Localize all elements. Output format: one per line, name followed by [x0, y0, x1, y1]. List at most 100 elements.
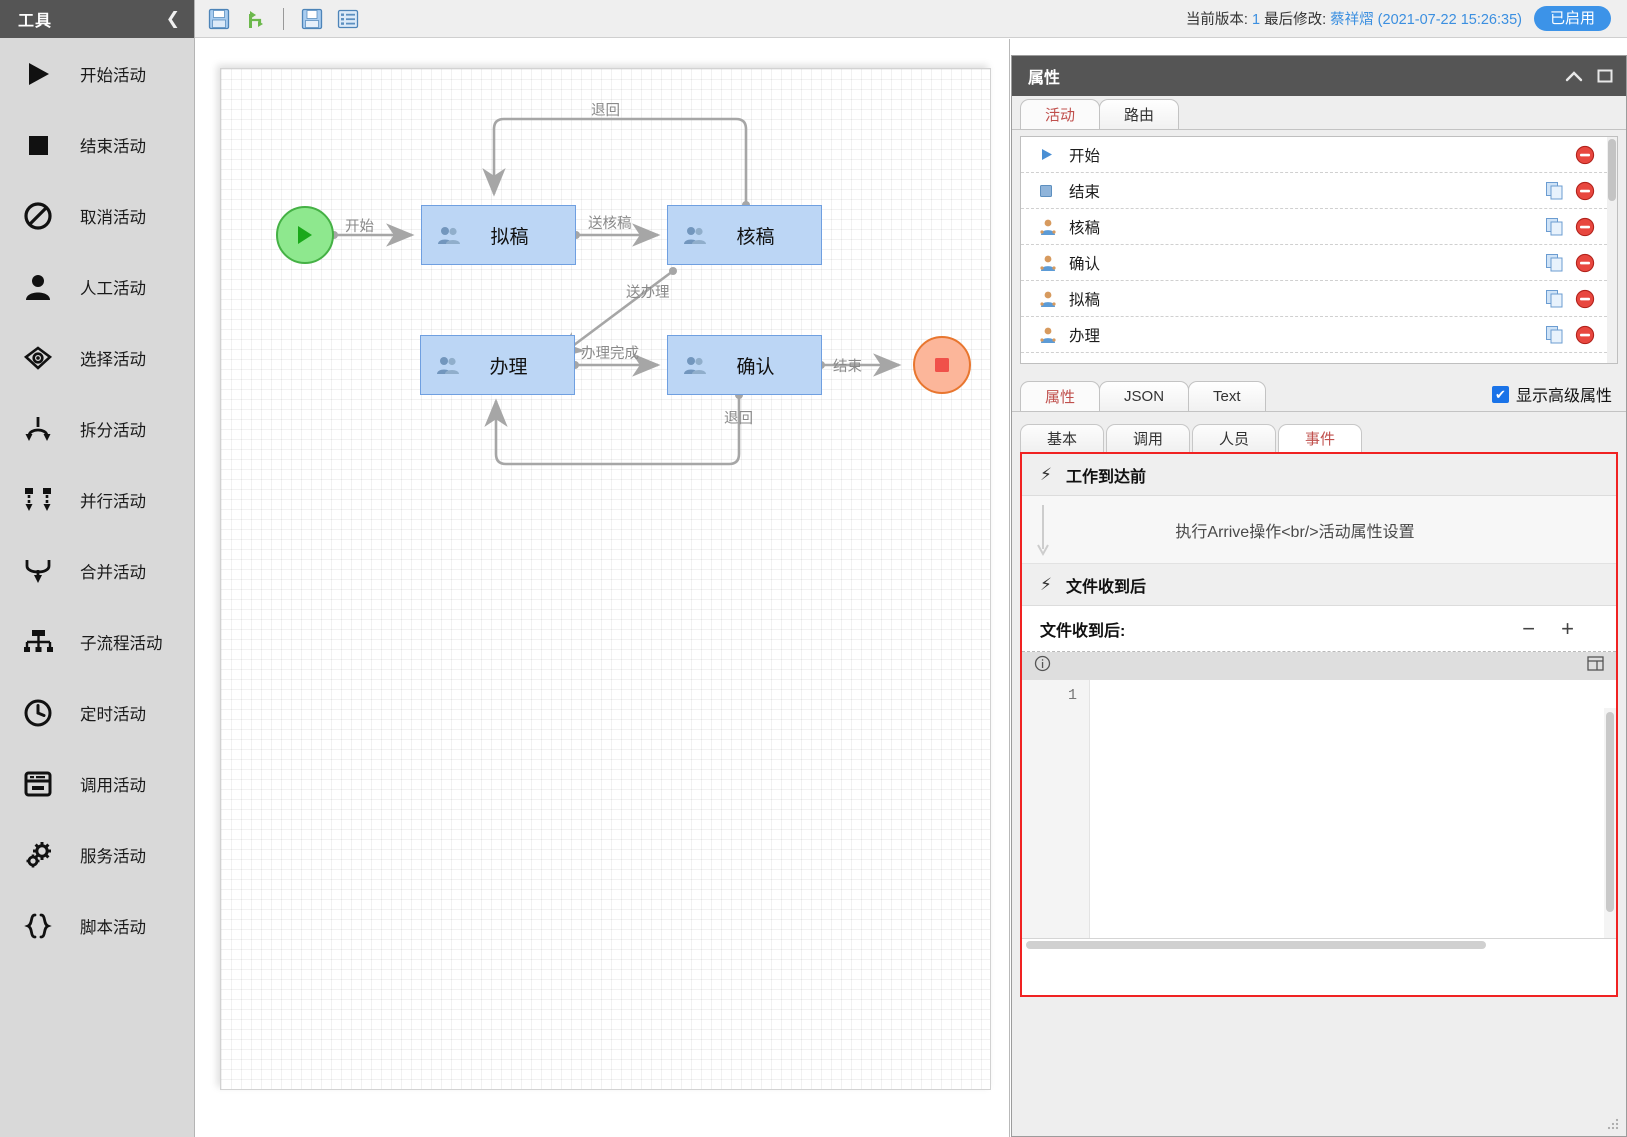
code-text-area[interactable]: [1090, 680, 1616, 950]
choice-diamond-icon: [18, 338, 58, 378]
sub-tab-3[interactable]: 事件: [1278, 424, 1362, 452]
status-badge[interactable]: 已启用: [1534, 6, 1611, 31]
advanced-properties-checkbox[interactable]: ✔ 显示高级属性: [1492, 382, 1626, 411]
tool-item-13[interactable]: 脚本活动: [0, 890, 194, 961]
copy-activity-button[interactable]: [1545, 253, 1565, 273]
deploy-icon[interactable]: [241, 5, 269, 33]
tool-item-8[interactable]: 合并活动: [0, 535, 194, 606]
scrollbar-thumb[interactable]: [1026, 941, 1486, 949]
activity-row[interactable]: 开始: [1021, 137, 1617, 173]
zoom-in-button[interactable]: +: [1561, 618, 1574, 640]
editor-toolbar: [1022, 652, 1616, 680]
tool-item-3[interactable]: 取消活动: [0, 180, 194, 251]
tab-route[interactable]: 路由: [1099, 99, 1179, 129]
editor-horizontal-scrollbar[interactable]: [1022, 938, 1616, 950]
tool-item-label: 合并活动: [80, 559, 146, 583]
copy-activity-button[interactable]: [1545, 181, 1565, 201]
format-tab-1[interactable]: JSON: [1099, 381, 1189, 411]
edge-label-songhegao: 送核稿: [588, 212, 632, 233]
delete-activity-button[interactable]: [1575, 217, 1595, 237]
delete-activity-button[interactable]: [1575, 181, 1595, 201]
user-icon: [1039, 218, 1065, 236]
code-editor[interactable]: 1: [1022, 680, 1616, 950]
node-hegao[interactable]: 核稿: [667, 205, 822, 265]
delete-activity-button[interactable]: [1575, 289, 1595, 309]
tool-item-7[interactable]: 并行活动: [0, 464, 194, 535]
split-fork-icon: [18, 409, 58, 449]
event-section-arrive-header[interactable]: ⚡ 工作到达前: [1022, 454, 1616, 496]
tool-item-6[interactable]: 拆分活动: [0, 393, 194, 464]
info-icon[interactable]: [1034, 655, 1051, 677]
node-label: 拟稿: [466, 222, 575, 249]
tool-item-9[interactable]: 子流程活动: [0, 606, 194, 677]
scrollbar-thumb[interactable]: [1608, 139, 1616, 201]
parallel-icon: [18, 480, 58, 520]
tool-item-2[interactable]: 结束活动: [0, 109, 194, 180]
event-section-title: 文件收到后: [1066, 573, 1146, 597]
tool-item-label: 服务活动: [80, 843, 146, 867]
delete-activity-button[interactable]: [1575, 145, 1595, 165]
activity-row[interactable]: 拟稿: [1021, 281, 1617, 317]
copy-activity-button[interactable]: [1545, 289, 1565, 309]
delete-activity-button[interactable]: [1575, 325, 1595, 345]
editor-label: 文件收到后:: [1040, 617, 1125, 641]
tool-item-label: 定时活动: [80, 701, 146, 725]
zoom-out-button[interactable]: −: [1522, 618, 1535, 640]
tab-activity[interactable]: 活动: [1020, 99, 1100, 129]
sub-tab-2[interactable]: 人员: [1192, 424, 1276, 452]
event-section-file-header[interactable]: ⚡ 文件收到后: [1022, 564, 1616, 606]
checkbox-checkmark[interactable]: ✔: [1492, 386, 1509, 403]
editor-vertical-scrollbar[interactable]: [1604, 708, 1616, 948]
expand-editor-icon[interactable]: [1587, 656, 1604, 676]
node-end[interactable]: [913, 336, 971, 394]
save-as-icon[interactable]: [298, 5, 326, 33]
activity-name: 确认: [1069, 252, 1100, 274]
save-icon[interactable]: [205, 5, 233, 33]
node-banli[interactable]: 办理: [420, 335, 575, 395]
properties-header: 属性: [1012, 56, 1626, 96]
sub-tab-0[interactable]: 基本: [1020, 424, 1104, 452]
tool-item-4[interactable]: 人工活动: [0, 251, 194, 322]
edge-label-start: 开始: [345, 215, 374, 236]
user-icon: [1039, 326, 1065, 344]
bolt-icon: ⚡: [1040, 465, 1052, 485]
sub-tab-1[interactable]: 调用: [1106, 424, 1190, 452]
scrollbar-thumb[interactable]: [1606, 712, 1614, 912]
node-queren[interactable]: 确认: [667, 335, 822, 395]
node-start[interactable]: [276, 206, 334, 264]
play-icon: [1039, 147, 1065, 162]
chevron-left-icon[interactable]: ❮: [166, 9, 180, 29]
tool-item-1[interactable]: 开始活动: [0, 38, 194, 109]
activity-name: 核稿: [1069, 216, 1100, 238]
activity-row[interactable]: 核稿: [1021, 209, 1617, 245]
tool-item-12[interactable]: 服务活动: [0, 819, 194, 890]
panel-resize-grip[interactable]: [1606, 1117, 1620, 1131]
tool-item-10[interactable]: 定时活动: [0, 677, 194, 748]
list-icon[interactable]: [334, 5, 362, 33]
version-label: 当前版本:: [1186, 12, 1248, 28]
format-tab-0[interactable]: 属性: [1020, 381, 1100, 411]
chevron-up-icon[interactable]: [1564, 69, 1584, 83]
modified-label: 最后修改:: [1264, 12, 1326, 28]
person-icon: [18, 267, 58, 307]
tool-item-5[interactable]: 选择活动: [0, 322, 194, 393]
format-tab-2[interactable]: Text: [1188, 381, 1266, 411]
activity-row[interactable]: 办理: [1021, 317, 1617, 353]
edge-label-tuihui-bottom: 退回: [724, 407, 753, 428]
copy-activity-button[interactable]: [1545, 217, 1565, 237]
canvas-surface[interactable]: 拟稿 核稿 办理: [220, 68, 991, 1090]
stop-icon: [932, 355, 952, 375]
tool-list: 开始活动结束活动取消活动人工活动选择活动拆分活动并行活动合并活动子流程活动定时活…: [0, 38, 194, 961]
maximize-icon[interactable]: [1596, 68, 1614, 84]
activity-row[interactable]: 确认: [1021, 245, 1617, 281]
diagram-canvas[interactable]: 拟稿 核稿 办理: [195, 39, 1010, 1137]
activity-list[interactable]: 开始结束核稿确认拟稿办理: [1020, 136, 1618, 364]
tool-item-11[interactable]: 调用活动: [0, 748, 194, 819]
copy-activity-button[interactable]: [1545, 325, 1565, 345]
activity-name: 结束: [1069, 180, 1100, 202]
activity-list-scrollbar[interactable]: [1607, 137, 1617, 364]
delete-activity-button[interactable]: [1575, 253, 1595, 273]
activity-row[interactable]: 结束: [1021, 173, 1617, 209]
node-nigao[interactable]: 拟稿: [421, 205, 576, 265]
tools-sidebar: 工具 ❮ 开始活动结束活动取消活动人工活动选择活动拆分活动并行活动合并活动子流程…: [0, 0, 195, 1137]
